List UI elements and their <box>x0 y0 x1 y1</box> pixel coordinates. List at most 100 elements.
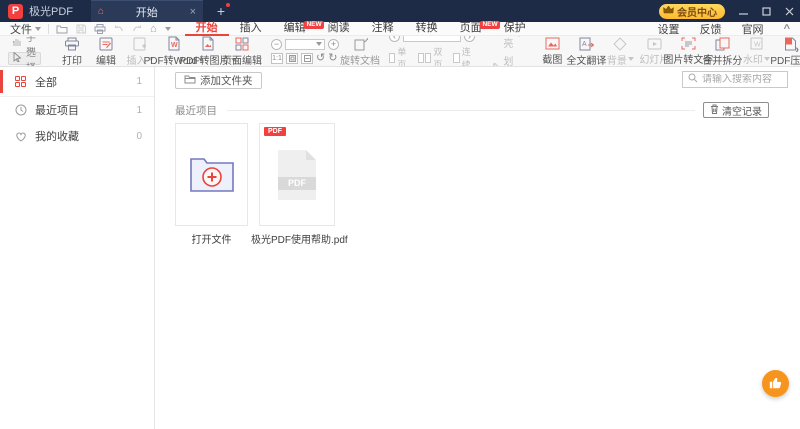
select-tool-button[interactable]: 选择 <box>8 48 41 66</box>
screenshot-button[interactable]: 截图 <box>535 36 569 66</box>
tab-protect[interactable]: 保护 <box>493 22 537 36</box>
member-center-button[interactable]: 会员中心 <box>659 3 725 19</box>
open-file-card[interactable] <box>175 123 248 226</box>
search-icon <box>688 73 698 86</box>
image-doc-icon <box>201 36 215 51</box>
tab-edit[interactable]: 编辑 NEW <box>273 20 324 36</box>
single-page-view-button[interactable]: 单页 <box>389 45 411 66</box>
new-tab-button[interactable]: + <box>213 3 230 19</box>
zoom-out-button[interactable]: − <box>271 38 282 50</box>
select-tool-label: 选择 <box>26 47 36 67</box>
ocr-icon <box>681 37 696 50</box>
search-input[interactable] <box>702 74 782 85</box>
page-number-input[interactable] <box>403 36 461 42</box>
chevron-down-icon[interactable] <box>164 26 171 31</box>
sidebar-item-favorites[interactable]: 我的收藏 0 <box>0 123 154 149</box>
zoom-level-select[interactable] <box>285 38 325 50</box>
hand-icon <box>12 37 22 50</box>
open-folder-icon[interactable] <box>56 24 68 34</box>
close-icon[interactable] <box>785 7 794 16</box>
tab-read[interactable]: 阅读 <box>317 22 361 36</box>
pdf-to-image-button[interactable]: PDF转图片 <box>180 36 237 66</box>
watermark-button[interactable]: W 水印 <box>739 36 773 66</box>
file-menu[interactable]: 文件 <box>10 21 41 37</box>
page-edit-button[interactable]: 页面编辑 <box>222 36 262 66</box>
tab-home[interactable]: 开始 <box>184 22 229 36</box>
clear-records-button[interactable]: 清空记录 <box>703 102 769 118</box>
double-page-view-button[interactable]: 双页 <box>417 45 447 66</box>
settings-link[interactable]: 设置 <box>658 21 680 37</box>
rotate-right-icon[interactable]: ↻ <box>328 52 337 64</box>
tab-close-icon[interactable]: × <box>190 6 196 18</box>
highlight-button[interactable]: ✎ 高亮 <box>492 36 523 50</box>
undo-icon[interactable] <box>114 24 124 33</box>
translate-icon: A <box>579 37 594 51</box>
recent-section-header: 最近项目 清空记录 <box>175 102 769 118</box>
word-doc-icon: W <box>167 36 181 51</box>
thumbs-up-icon <box>769 376 782 392</box>
tab-insert[interactable]: 插入 <box>229 22 273 36</box>
tab-annotate[interactable]: 注释 <box>361 22 405 36</box>
rotate-doc-label: 旋转文档 <box>340 55 380 67</box>
translate-button[interactable]: A 全文翻译 <box>566 36 606 66</box>
chevron-down-icon <box>627 57 634 61</box>
cursor-tools: 手型 选择 <box>0 36 47 66</box>
edit-doc-icon <box>99 37 113 51</box>
toolbar-overflow-arrow[interactable]: › <box>795 44 799 56</box>
background-button[interactable]: 背景 <box>603 36 637 66</box>
edit-button[interactable]: 编辑 <box>89 36 123 66</box>
highlight-label: 高亮 <box>503 38 514 50</box>
member-center-label: 会员中心 <box>677 7 717 19</box>
cursor-icon <box>13 51 22 65</box>
tab-page[interactable]: 页面 NEW <box>449 20 500 36</box>
plus-icon: + <box>216 3 226 19</box>
menubar: 文件 ⌂ 开始 插入 编辑 NEW 阅读 注释 转换 页面 NEW 保护 设置 反馈… <box>0 20 800 37</box>
next-page-button[interactable]: › <box>464 36 475 42</box>
page-navigation: ‹ › 单页 双页 连续 <box>385 36 479 66</box>
search-box[interactable] <box>682 71 788 88</box>
tab-page-label: 页面 <box>459 21 482 34</box>
rotate-left-icon[interactable]: ↺ <box>316 52 325 64</box>
sidebar-item-count: 0 <box>136 130 142 142</box>
feedback-fab-button[interactable] <box>762 370 789 397</box>
maximize-icon[interactable] <box>762 6 771 16</box>
hand-tool-button[interactable]: 手型 <box>8 36 41 59</box>
grid-icon <box>14 75 27 88</box>
fit-page-button[interactable] <box>286 52 298 64</box>
background-label: 背景 <box>607 52 634 66</box>
underline-label: 划线 <box>503 56 514 67</box>
website-link[interactable]: 官网 <box>742 21 764 37</box>
folder-plus-icon <box>189 153 235 196</box>
minimize-icon[interactable] <box>739 7 748 16</box>
chevron-down-icon <box>316 42 322 46</box>
annotation-tools: ✎ 高亮 ✎ 划线 <box>487 36 527 66</box>
sidebar-item-all[interactable]: 全部 1 <box>0 67 154 97</box>
fit-width-button[interactable] <box>301 52 313 64</box>
underline-button[interactable]: ✎ 划线 <box>492 53 523 67</box>
document-tab[interactable]: ⌂ 开始 × <box>91 0 203 22</box>
rotate-document-button[interactable]: 旋转文档 <box>340 36 380 67</box>
redo-icon[interactable] <box>132 24 142 33</box>
crown-icon <box>663 5 674 17</box>
recent-file-card[interactable]: PDF PDF <box>259 123 335 226</box>
collapse-ribbon-icon[interactable]: ^ <box>784 23 790 35</box>
watermark-icon: W <box>750 37 763 50</box>
image-to-text-button[interactable]: 图片转文字 <box>663 36 713 66</box>
add-folder-button[interactable]: 添加文件夹 <box>175 72 262 89</box>
zoom-in-button[interactable]: + <box>328 38 339 50</box>
feedback-link[interactable]: 反馈 <box>700 21 722 37</box>
sidebar-item-recent[interactable]: 最近项目 1 <box>0 97 154 123</box>
divider <box>48 23 49 34</box>
save-icon[interactable] <box>76 24 86 34</box>
actual-size-button[interactable]: 1:1 <box>271 52 283 64</box>
print-button[interactable]: 打印 <box>55 36 89 66</box>
home-icon[interactable]: ⌂ <box>150 23 157 35</box>
print-icon[interactable] <box>94 23 106 34</box>
tab-convert[interactable]: 转换 <box>405 22 449 36</box>
background-icon <box>613 36 628 51</box>
menubar-right: 设置 反馈 官网 ^ <box>658 21 790 37</box>
previous-page-button[interactable]: ‹ <box>389 36 400 42</box>
merge-split-button[interactable]: 合并拆分 <box>702 36 742 66</box>
continuous-view-button[interactable]: 连续 <box>453 45 475 66</box>
sidebar-item-label: 最近项目 <box>35 105 79 117</box>
